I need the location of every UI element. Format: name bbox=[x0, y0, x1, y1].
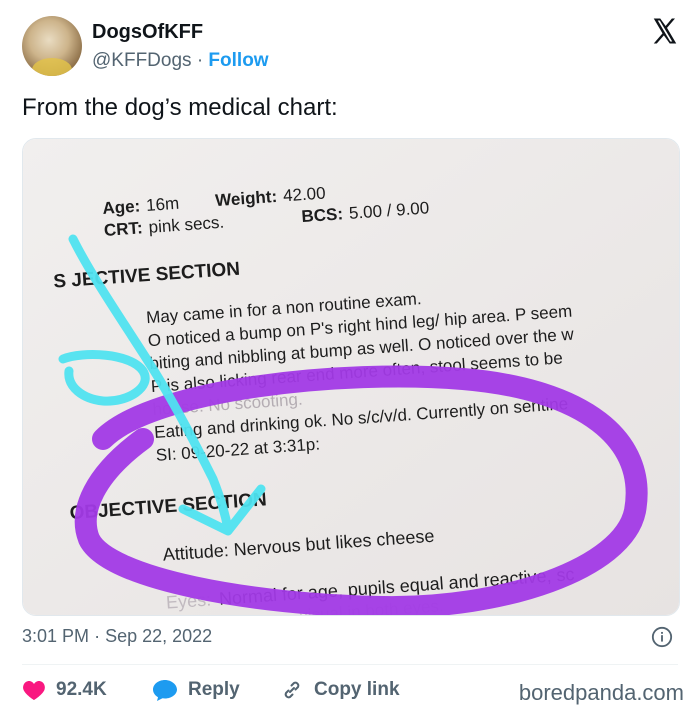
tweet-date: Sep 22, 2022 bbox=[105, 626, 213, 646]
like-button[interactable]: 92.4K bbox=[22, 676, 107, 704]
author-name[interactable]: DogsOfKFF bbox=[92, 21, 203, 44]
copy-link-label: Copy link bbox=[314, 679, 400, 700]
timestamp[interactable]: 3:01 PM · Sep 22, 2022 bbox=[22, 626, 212, 647]
age-value: 16m bbox=[146, 194, 180, 215]
copy-link-button[interactable]: Copy link bbox=[280, 676, 400, 704]
info-icon[interactable] bbox=[651, 626, 673, 648]
author-handle-row: @KFFDogs · Follow bbox=[92, 50, 269, 72]
weight-value: 42.00 bbox=[282, 183, 326, 205]
reply-button[interactable]: Reply bbox=[152, 676, 240, 704]
heart-icon bbox=[23, 681, 45, 700]
x-logo-icon[interactable] bbox=[650, 16, 680, 46]
tweet-time: 3:01 PM bbox=[22, 626, 90, 646]
timestamp-separator: · bbox=[94, 626, 101, 646]
reply-label: Reply bbox=[188, 679, 240, 700]
follow-button[interactable]: Follow bbox=[208, 50, 268, 71]
avatar[interactable] bbox=[22, 16, 82, 76]
age-label: Age: bbox=[102, 196, 141, 218]
crt-label: CRT: bbox=[103, 218, 143, 240]
divider bbox=[22, 664, 678, 665]
author-handle[interactable]: @KFFDogs bbox=[92, 50, 192, 71]
separator-dot: · bbox=[196, 50, 204, 71]
tweet-text: From the dog’s medical chart: bbox=[22, 94, 338, 121]
tweet-header: DogsOfKFF @KFFDogs · Follow bbox=[22, 16, 682, 80]
bcs-label: BCS: bbox=[301, 204, 344, 226]
boredpanda-watermark: boredpanda.com bbox=[518, 680, 684, 705]
link-icon bbox=[284, 681, 300, 699]
like-count: 92.4K bbox=[56, 679, 107, 700]
tweet-photo[interactable]: Age: 16m Weight: 42.00 CRT: pink secs. BCS:… bbox=[22, 138, 680, 616]
reply-bubble-icon bbox=[153, 680, 177, 701]
